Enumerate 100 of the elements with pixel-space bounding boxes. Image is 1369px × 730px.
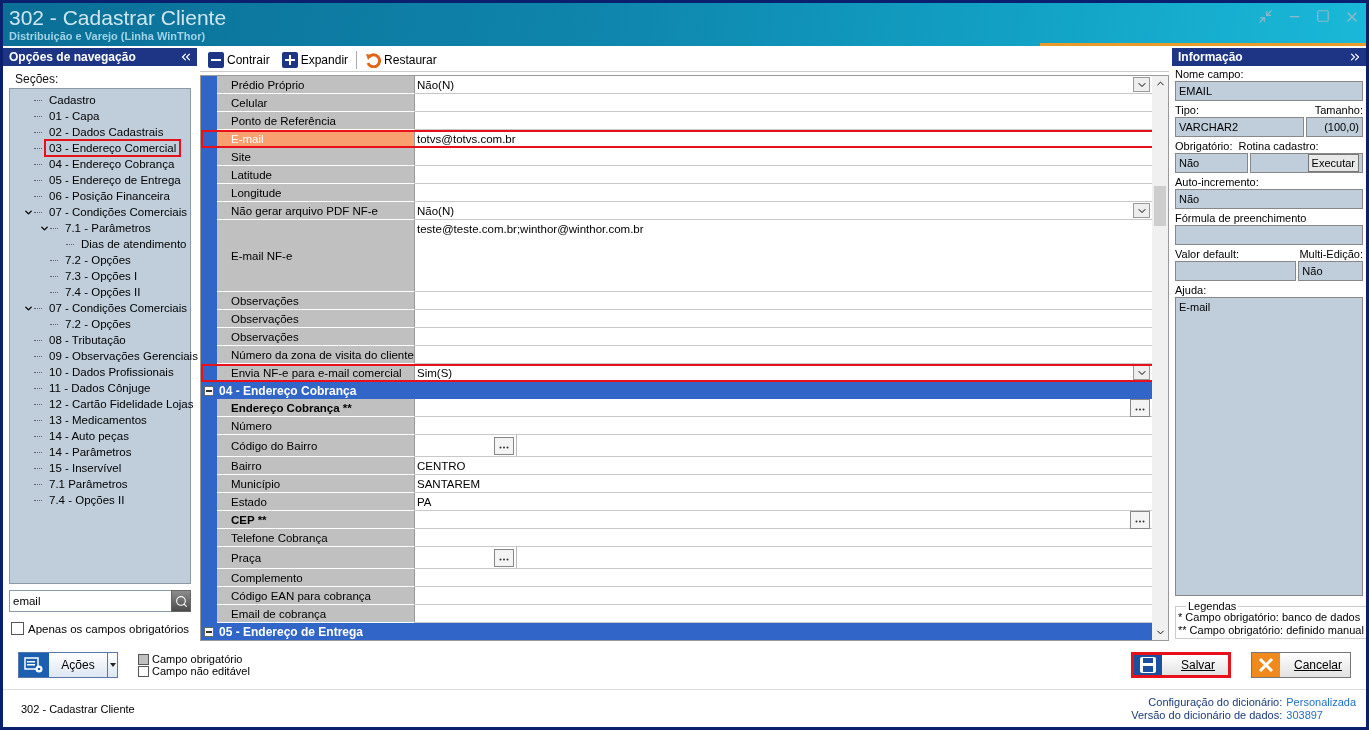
section-header[interactable]: 05 - Endereço de Entrega — [217, 623, 1152, 640]
field-label: Multi-Edição: — [1299, 248, 1363, 260]
toolbar-button[interactable]: Restaurar — [361, 50, 441, 69]
ellipsis-button[interactable] — [494, 548, 514, 567]
legend-text: ** Campo obrigatório: definido manual — [1178, 624, 1364, 637]
tree-item[interactable]: 7.3 - Opções I — [60, 267, 143, 285]
field-label: Código EAN para cobrança — [217, 587, 415, 605]
ellipsis-icon — [1135, 519, 1145, 523]
tree-item[interactable]: 7.2 - Opções — [60, 251, 136, 269]
panel-title: Informação — [1178, 50, 1243, 64]
field-label: Rotina cadastro: — [1238, 140, 1319, 152]
checkbox[interactable] — [11, 622, 24, 635]
status-label: Configuração do dicionário: — [1147, 696, 1283, 708]
field-label: Site — [217, 148, 415, 166]
tree-item[interactable]: 11 - Dados Cônjuge — [44, 379, 156, 397]
maximize-icon[interactable] — [1316, 9, 1330, 23]
field-label: Praça — [217, 547, 415, 569]
field-label: Ajuda: — [1175, 284, 1208, 296]
expand-icon[interactable] — [1348, 50, 1362, 64]
window-title: 302 - Cadastrar Cliente — [9, 6, 227, 30]
value-field[interactable] — [415, 435, 1152, 457]
value-field[interactable]: Não(N) — [415, 202, 1152, 220]
tree-item[interactable]: 08 - Tributação — [44, 331, 131, 349]
legend-label: Campo obrigatório — [152, 653, 243, 665]
field-value: totvs@totvs.com.br — [417, 132, 516, 145]
field-label: Tipo: — [1175, 104, 1200, 116]
tree-item[interactable]: 14 - Parâmetros — [44, 443, 137, 461]
info-value: Não — [1298, 261, 1363, 281]
info-value: VARCHAR2 — [1175, 117, 1305, 137]
field-label: Bairro — [217, 457, 415, 475]
tree-item[interactable]: 06 - Posição Financeira — [44, 187, 175, 205]
tree-item[interactable]: 15 - Inservível — [44, 459, 127, 477]
list-gear-icon — [24, 657, 44, 673]
section-header[interactable]: 04 - Endereço Cobrança — [217, 382, 1152, 399]
field-label: Código do Bairro — [217, 435, 415, 457]
tree-item[interactable]: 7.1 Parâmetros — [44, 475, 133, 493]
tree-item[interactable]: 14 - Auto peças — [44, 427, 134, 445]
value-field[interactable] — [415, 399, 1152, 417]
field-value: Não(N) — [417, 78, 455, 91]
field-value: teste@teste.com.br;winthor@winthor.com.br — [417, 223, 644, 235]
tree-item[interactable]: 07 - Condições Comerciais — [44, 203, 193, 221]
toolbar-button[interactable]: Expandir — [277, 50, 353, 69]
field-label: Observações — [217, 292, 415, 310]
search-button[interactable] — [171, 590, 191, 612]
tree-item[interactable]: 10 - Dados Profissionais — [44, 363, 179, 381]
field-label: Complemento — [217, 569, 415, 587]
execute-button[interactable]: Executar — [1307, 154, 1359, 172]
tree-item[interactable]: 09 - Observações Gerenciais — [44, 347, 203, 365]
tree-item[interactable]: 7.1 - Parâmetros — [60, 219, 156, 237]
scrollbar[interactable] — [1152, 76, 1168, 640]
scrollbar-thumb[interactable] — [1154, 186, 1166, 226]
value-field[interactable]: Não(N) — [415, 76, 1152, 94]
field-label: Estado — [217, 493, 415, 511]
field-value: CENTRO — [417, 459, 466, 472]
field-value: SANTAREM — [417, 477, 481, 490]
field-label: Não gerar arquivo PDF NF-e — [217, 202, 415, 220]
tree-item[interactable]: 7.4 - Opções II — [60, 283, 146, 301]
row-gutter — [201, 346, 217, 364]
tree-item[interactable]: 13 - Medicamentos — [44, 411, 152, 429]
dropdown-button[interactable] — [1133, 203, 1150, 218]
tree-item[interactable]: 05 - Endereço de Entrega — [44, 171, 186, 189]
field-value: Não(N) — [417, 204, 455, 217]
ellipsis-button[interactable] — [494, 436, 514, 455]
tree-item[interactable]: Dias de atendimento — [76, 235, 192, 253]
status-title: 302 - Cadastrar Cliente — [21, 702, 135, 715]
tree-item[interactable]: 03 - Endereço Comercial — [44, 139, 182, 157]
legend-label: Campo não editável — [152, 665, 250, 677]
tree-item[interactable]: 02 - Dados Cadastrais — [44, 123, 169, 141]
checkbox-label: Apenas os campos obrigatórios — [28, 622, 190, 635]
tree-item[interactable]: 12 - Cartão Fidelidade Lojas — [44, 395, 199, 413]
collapse-icon[interactable] — [179, 50, 193, 64]
panel-title: Opções de navegação — [9, 50, 136, 64]
toolbar-button[interactable]: Contrair — [204, 50, 274, 69]
field-label: Município — [217, 475, 415, 493]
legend-swatch — [138, 665, 149, 677]
value-field[interactable] — [415, 547, 1152, 569]
tree-item[interactable]: 01 - Capa — [44, 107, 105, 125]
row-gutter — [201, 148, 217, 166]
value-field[interactable] — [415, 511, 1152, 529]
field-label: Longitude — [217, 184, 415, 202]
search-field[interactable]: email — [9, 590, 171, 612]
tree-item[interactable]: 7.4 - Opções II — [44, 491, 130, 509]
dropdown-button[interactable] — [1133, 77, 1150, 92]
status-label: Versão do dicionário de dados: — [1131, 709, 1283, 721]
info-value: Não — [1175, 153, 1249, 173]
search-icon — [174, 594, 188, 608]
restore-icon[interactable] — [1258, 9, 1273, 24]
field-label: Fórmula de preenchimento — [1175, 212, 1308, 224]
tree-item[interactable]: 7.2 - Opções — [60, 315, 136, 333]
field-label: Ponto de Referência — [217, 112, 415, 130]
actions-button[interactable]: Ações — [18, 652, 118, 678]
tree-item[interactable]: 07 - Condições Comerciais — [44, 299, 193, 317]
status-value[interactable]: Personalizada — [1286, 696, 1356, 708]
tree-item[interactable]: Cadastro — [44, 91, 101, 109]
save-button[interactable]: Salvar — [1131, 652, 1231, 678]
tree-item[interactable]: 04 - Endereço Cobrança — [44, 155, 180, 173]
field-label: Obrigatório: — [1175, 140, 1233, 152]
cancel-button[interactable]: Cancelar — [1251, 652, 1351, 678]
field-label: Latitude — [217, 166, 415, 184]
status-value[interactable]: 303897 — [1286, 709, 1356, 721]
